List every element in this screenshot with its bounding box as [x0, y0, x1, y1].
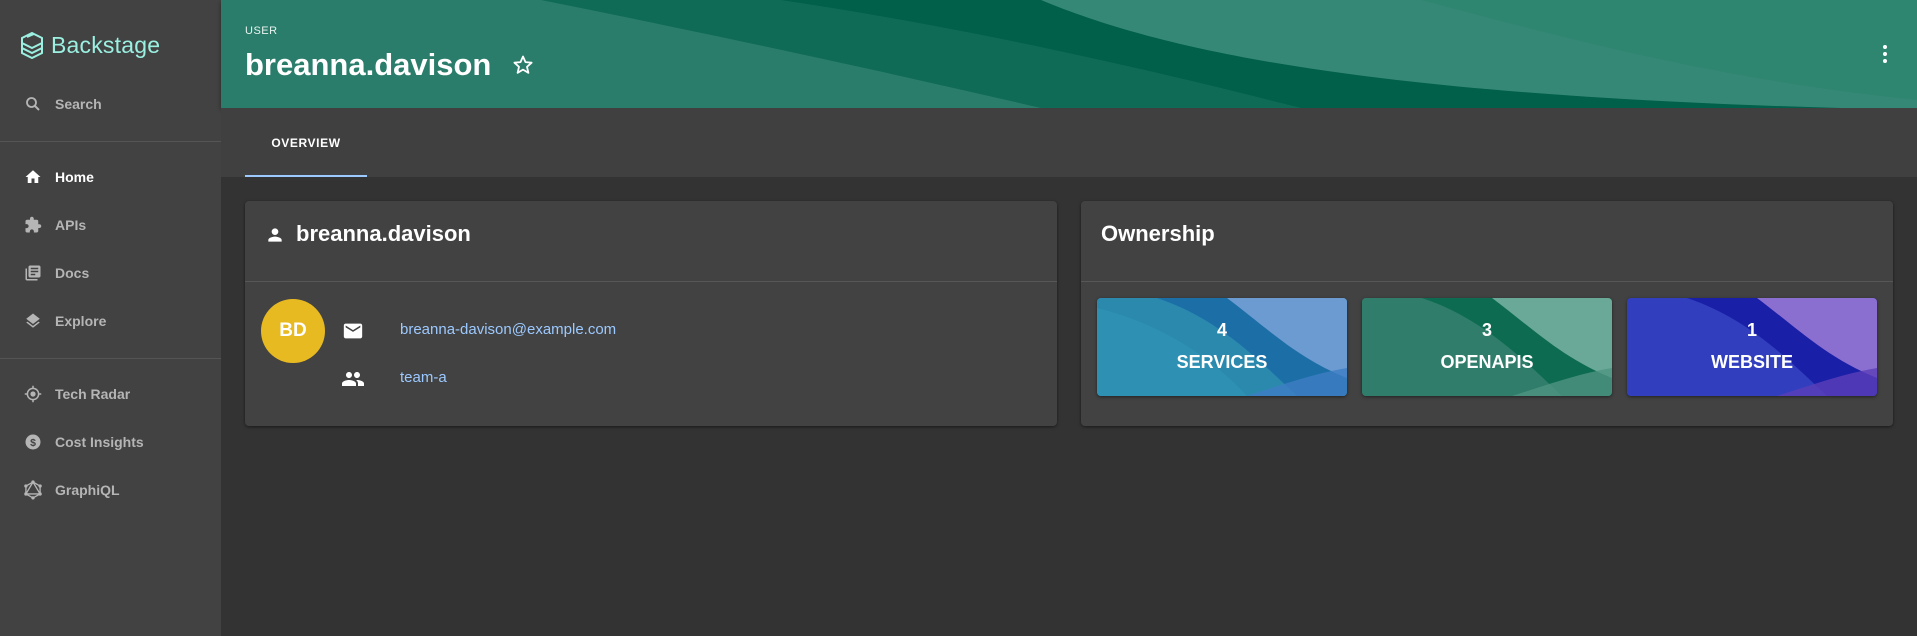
card-header: breanna.davison — [245, 201, 1057, 282]
page-header: USER breanna.davison — [221, 0, 1917, 108]
sidebar-item-label: GraphiQL — [55, 482, 120, 498]
entity-type-label: USER — [245, 25, 278, 37]
radar-icon — [23, 384, 43, 404]
tab-label: OVERVIEW — [271, 135, 341, 150]
sidebar-item-cost-insights[interactable]: $ Cost Insights — [0, 418, 221, 466]
tile-wave-background — [1362, 298, 1612, 396]
search-icon — [23, 94, 43, 114]
app-name: Backstage — [51, 31, 161, 58]
sidebar-item-label: APIs — [55, 217, 87, 233]
group-link[interactable]: team-a — [400, 369, 447, 386]
ownership-count: 3 — [1481, 320, 1492, 340]
dollar-circle-icon: $ — [23, 432, 43, 452]
sidebar-item-graphiql[interactable]: GraphiQL — [0, 466, 221, 514]
ownership-label: OPENAPIS — [1440, 352, 1534, 372]
sidebar-item-docs[interactable]: Docs — [0, 249, 221, 297]
sidebar-divider — [0, 358, 221, 359]
sidebar-item-label: Home — [55, 169, 94, 185]
sidebar-item-home[interactable]: Home — [0, 153, 221, 201]
email-icon — [341, 319, 365, 343]
sidebar-divider — [0, 141, 221, 142]
card-header: Ownership — [1081, 201, 1893, 282]
sidebar-item-label: Search — [55, 96, 102, 112]
layers-icon — [23, 311, 43, 331]
sidebar: Backstage Search Home APIs Docs Explore — [0, 0, 221, 636]
email-row — [341, 319, 365, 343]
backstage-logo-icon — [21, 31, 43, 59]
sidebar-item-label: Tech Radar — [55, 386, 131, 402]
tab-active-indicator — [245, 175, 367, 177]
more-vert-icon — [1883, 45, 1887, 63]
ownership-count: 4 — [1216, 320, 1227, 340]
ownership-label: WEBSITE — [1710, 352, 1793, 372]
tab-bar: OVERVIEW — [221, 108, 1917, 177]
puzzle-icon — [23, 215, 43, 235]
ownership-tile-website[interactable]: 1 WEBSITE — [1627, 298, 1877, 396]
sidebar-item-tech-radar[interactable]: Tech Radar — [0, 370, 221, 418]
ownership-count: 1 — [1746, 320, 1757, 340]
card-title: Ownership — [1101, 221, 1215, 246]
sidebar-item-explore[interactable]: Explore — [0, 297, 221, 345]
tab-overview[interactable]: OVERVIEW — [245, 108, 367, 177]
sidebar-item-label: Docs — [55, 265, 90, 281]
library-books-icon — [23, 263, 43, 283]
ownership-tile-services[interactable]: 4 SERVICES — [1097, 298, 1347, 396]
sidebar-item-label: Explore — [55, 313, 107, 329]
page-title: breanna.davison — [245, 47, 492, 82]
card-title: breanna.davison — [296, 221, 471, 246]
avatar: BD — [261, 299, 325, 363]
ownership-label: SERVICES — [1176, 352, 1268, 372]
home-icon — [23, 167, 43, 187]
group-row — [341, 367, 365, 391]
backstage-logo[interactable]: Backstage — [20, 28, 160, 62]
group-icon — [341, 367, 365, 391]
sidebar-item-apis[interactable]: APIs — [0, 201, 221, 249]
graphql-icon — [23, 480, 43, 500]
sidebar-item-label: Cost Insights — [55, 434, 144, 450]
favorite-button[interactable] — [511, 53, 535, 77]
more-options-button[interactable] — [1873, 42, 1897, 66]
tile-wave-background — [1097, 298, 1347, 396]
svg-text:$: $ — [30, 437, 36, 449]
star-outline-icon — [513, 55, 533, 74]
ownership-tile-openapis[interactable]: 3 OPENAPIS — [1362, 298, 1612, 396]
tile-wave-background — [1627, 298, 1877, 396]
person-icon — [268, 228, 282, 242]
email-link[interactable]: breanna-davison@example.com — [400, 321, 616, 338]
user-profile-card: breanna.davison BD breanna-davison@examp… — [245, 201, 1057, 426]
sidebar-search[interactable]: Search — [0, 80, 221, 128]
ownership-card: Ownership 4 SERVICES 3 OPENAPIS 1 WEBSIT… — [1081, 201, 1893, 426]
